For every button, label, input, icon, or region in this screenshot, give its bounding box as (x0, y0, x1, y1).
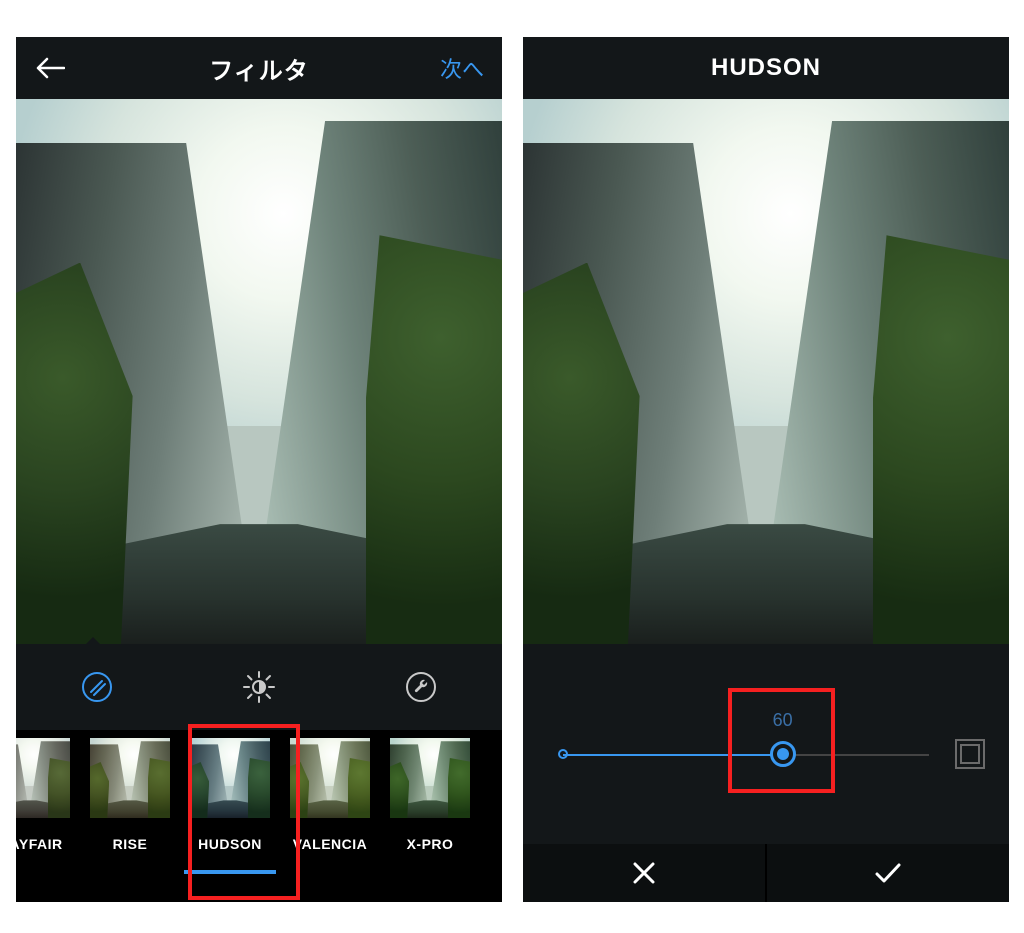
close-icon (631, 860, 657, 886)
border-toggle-button[interactable] (955, 739, 985, 769)
filter-thumbnail (190, 738, 270, 818)
filter-selection-screen: フィルタ 次へ (16, 37, 502, 902)
back-arrow-icon (35, 56, 65, 80)
header: フィルタ 次へ (16, 37, 502, 99)
tab-filters[interactable] (75, 665, 119, 709)
page-title: フィルタ (209, 51, 309, 86)
filter-valencia[interactable]: VALENCIA (280, 738, 380, 852)
slider-fill (563, 754, 783, 756)
sun-icon (242, 670, 276, 704)
editor-tabs (16, 644, 502, 730)
filter-x-pro[interactable]: X-PRO (380, 738, 480, 852)
photo-preview (523, 99, 1009, 644)
tab-lux[interactable] (237, 665, 281, 709)
slider-value-label: 60 (773, 710, 793, 731)
action-row (523, 844, 1009, 902)
confirm-button[interactable] (767, 844, 1009, 902)
slider-thumb[interactable] (770, 741, 796, 767)
wrench-icon (404, 670, 438, 704)
filter-label: VALENCIA (293, 836, 368, 852)
filter-label: MAYFAIR (16, 836, 63, 852)
header: HUDSON (523, 37, 1009, 99)
cancel-button[interactable] (523, 844, 765, 902)
filter-thumbnail (390, 738, 470, 818)
filter-thumbnail (90, 738, 170, 818)
filter-thumbnail (16, 738, 70, 818)
filter-strength-screen: HUDSON 60 (523, 37, 1009, 902)
filter-hudson[interactable]: HUDSON (180, 738, 280, 852)
filter-strip[interactable]: MAYFAIR RISE HUDSON VALENCIA X-PRO (16, 730, 502, 902)
next-button[interactable]: 次へ (440, 52, 484, 84)
page-title: HUDSON (711, 54, 821, 82)
filter-mayfair[interactable]: MAYFAIR (16, 738, 80, 852)
strength-slider-area: 60 (523, 644, 1009, 844)
selected-filter-underline (184, 870, 276, 874)
filter-label: HUDSON (198, 836, 262, 852)
filter-thumbnail (290, 738, 370, 818)
filter-rise[interactable]: RISE (80, 738, 180, 852)
back-button[interactable] (30, 48, 70, 88)
photo-preview (16, 99, 502, 644)
filter-label: X-PRO (407, 836, 454, 852)
check-icon (873, 860, 903, 886)
tab-tools[interactable] (399, 665, 443, 709)
filter-label: RISE (113, 836, 148, 852)
effects-icon (80, 670, 114, 704)
